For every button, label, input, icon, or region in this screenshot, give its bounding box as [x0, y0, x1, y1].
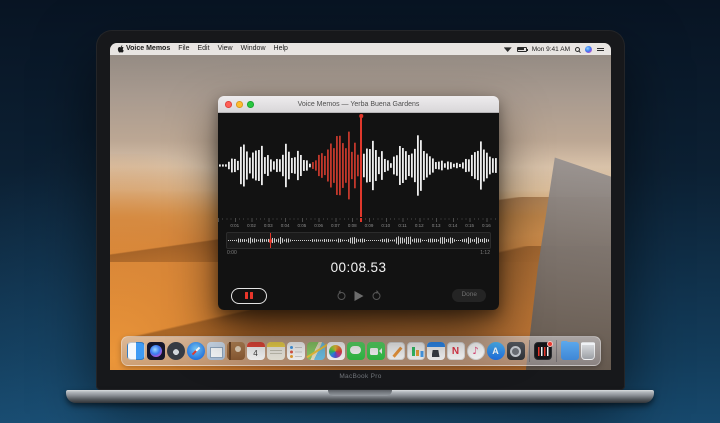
macbook-base-notch: [328, 390, 392, 396]
ruler-label: 0:08: [348, 223, 357, 228]
overview-playhead[interactable]: [270, 233, 272, 248]
playhead-ruler-tick: [360, 218, 362, 222]
news-glyph: N: [448, 343, 464, 359]
done-button[interactable]: Done: [452, 289, 486, 303]
menu-voice-memos[interactable]: Voice Memos: [126, 43, 170, 55]
window-content: 0:01 0:02 0:03 0:04 0:05 0:06 0:07 0:08 0:09 0:10…: [218, 113, 499, 310]
traffic-lights: [225, 101, 254, 108]
menu-bar-menus: Voice Memos File Edit View Window Help: [126, 43, 288, 55]
ruler-label: 0:04: [281, 223, 290, 228]
playback-controls: [337, 291, 380, 301]
calendar-glyph: 4: [247, 342, 265, 360]
menu-bar-status: Mon 9:41 AM: [504, 46, 604, 53]
siri-icon[interactable]: [585, 46, 592, 53]
menu-help[interactable]: Help: [274, 43, 288, 55]
ruler-label: 0:09: [365, 223, 374, 228]
dock-icon-contacts[interactable]: [227, 342, 245, 360]
dock-icon-messages[interactable]: [347, 342, 365, 360]
time-ruler: 0:01 0:02 0:03 0:04 0:05 0:06 0:07 0:08 0:09 0:10…: [218, 218, 499, 229]
dock-icon-keynote[interactable]: [427, 342, 445, 360]
ruler-label: 0:05: [297, 223, 306, 228]
voice-memos-window: Voice Memos — Yerba Buena Gardens 0:010:…: [218, 96, 499, 310]
recording-waveform[interactable]: [218, 113, 499, 218]
dock-icon-app-store[interactable]: A: [487, 342, 505, 360]
itunes-glyph: ♪: [468, 343, 484, 359]
pause-icon: [250, 292, 253, 300]
ruler-label: 0:14: [448, 223, 457, 228]
elapsed-time: 00:08.53: [218, 256, 499, 280]
menu-bar: Voice Memos File Edit View Window Help Mon 9:…: [110, 43, 611, 55]
menu-edit[interactable]: Edit: [198, 43, 210, 55]
battery-icon[interactable]: [517, 47, 527, 52]
dock-icon-calendar[interactable]: 4: [247, 342, 265, 360]
overview-start-time: 0:00: [227, 250, 237, 256]
apple-menu-icon[interactable]: [117, 45, 125, 53]
ruler-label: 0:06: [314, 223, 323, 228]
dock-icon-safari[interactable]: [187, 342, 205, 360]
dock-icon-voice-memos[interactable]: [534, 342, 552, 360]
ruler-label: 0:01: [230, 223, 239, 228]
dock-icon-numbers[interactable]: [407, 342, 425, 360]
menu-file[interactable]: File: [178, 43, 189, 55]
dock-icon-downloads[interactable]: [561, 342, 579, 360]
notification-center-icon[interactable]: [597, 46, 604, 53]
skip-forward-icon[interactable]: [372, 292, 380, 300]
pause-icon: [245, 292, 248, 300]
macbook-label: MacBook Pro: [96, 373, 625, 380]
app-store-glyph: A: [487, 342, 505, 360]
dock: 4 N♪A: [121, 336, 601, 366]
dock-icon-siri[interactable]: [147, 342, 165, 360]
play-icon[interactable]: [354, 291, 363, 301]
wifi-icon[interactable]: [504, 46, 512, 52]
spotlight-icon[interactable]: [575, 47, 580, 52]
dock-separator: [556, 340, 557, 362]
dock-icon-pages[interactable]: [387, 342, 405, 360]
dock-separator: [529, 340, 530, 362]
recording-overview: 0:00 1:12: [226, 232, 491, 256]
menu-bar-clock[interactable]: Mon 9:41 AM: [532, 46, 570, 53]
ruler-label: 0:13: [432, 223, 441, 228]
dock-icon-maps[interactable]: [307, 342, 325, 360]
dock-icon-reminders[interactable]: [287, 342, 305, 360]
waveform-canvas: [218, 113, 499, 218]
ruler-label: 0:16: [482, 223, 491, 228]
ruler-label: 0:10: [381, 223, 390, 228]
dock-icon-notes[interactable]: [267, 342, 285, 360]
skip-back-icon[interactable]: [337, 292, 345, 300]
zoom-button[interactable]: [247, 101, 254, 108]
dock-icon-itunes[interactable]: ♪: [467, 342, 485, 360]
notification-badge: [547, 341, 553, 347]
ruler-label: 0:07: [331, 223, 340, 228]
close-button[interactable]: [225, 101, 232, 108]
ruler-label: 0:03: [264, 223, 273, 228]
dock-icon-finder[interactable]: [127, 342, 145, 360]
overview-waveform-canvas: [227, 233, 490, 248]
ruler-label: 0:02: [247, 223, 256, 228]
dock-icon-news[interactable]: N: [447, 342, 465, 360]
minimize-button[interactable]: [236, 101, 243, 108]
desktop-scene: MacBook Pro Voice Memos File Edit View Windo…: [0, 0, 720, 423]
dock-icon-trash[interactable]: [581, 342, 595, 360]
transport-controls: Done: [218, 280, 499, 310]
dock-icon-photos[interactable]: [327, 342, 345, 360]
overview-labels: 0:00 1:12: [226, 249, 491, 256]
menu-view[interactable]: View: [218, 43, 233, 55]
playhead[interactable]: [360, 115, 362, 217]
dock-icon-launchpad[interactable]: [167, 342, 185, 360]
pause-recording-button[interactable]: [231, 288, 267, 304]
ruler-label: 0:12: [415, 223, 424, 228]
playhead-dot: [359, 114, 363, 118]
dock-icon-facetime[interactable]: [367, 342, 385, 360]
dock-icon-system-preferences[interactable]: [507, 342, 525, 360]
ruler-label: 0:15: [465, 223, 474, 228]
dock-icon-mail[interactable]: [207, 342, 225, 360]
window-title: Voice Memos — Yerba Buena Gardens: [298, 101, 420, 108]
overview-strip[interactable]: [226, 232, 491, 249]
window-titlebar[interactable]: Voice Memos — Yerba Buena Gardens: [218, 96, 499, 113]
ruler-label: 0:11: [398, 223, 406, 228]
menu-window[interactable]: Window: [241, 43, 266, 55]
macbook-base: [66, 390, 654, 403]
overview-end-time: 1:12: [480, 250, 490, 256]
